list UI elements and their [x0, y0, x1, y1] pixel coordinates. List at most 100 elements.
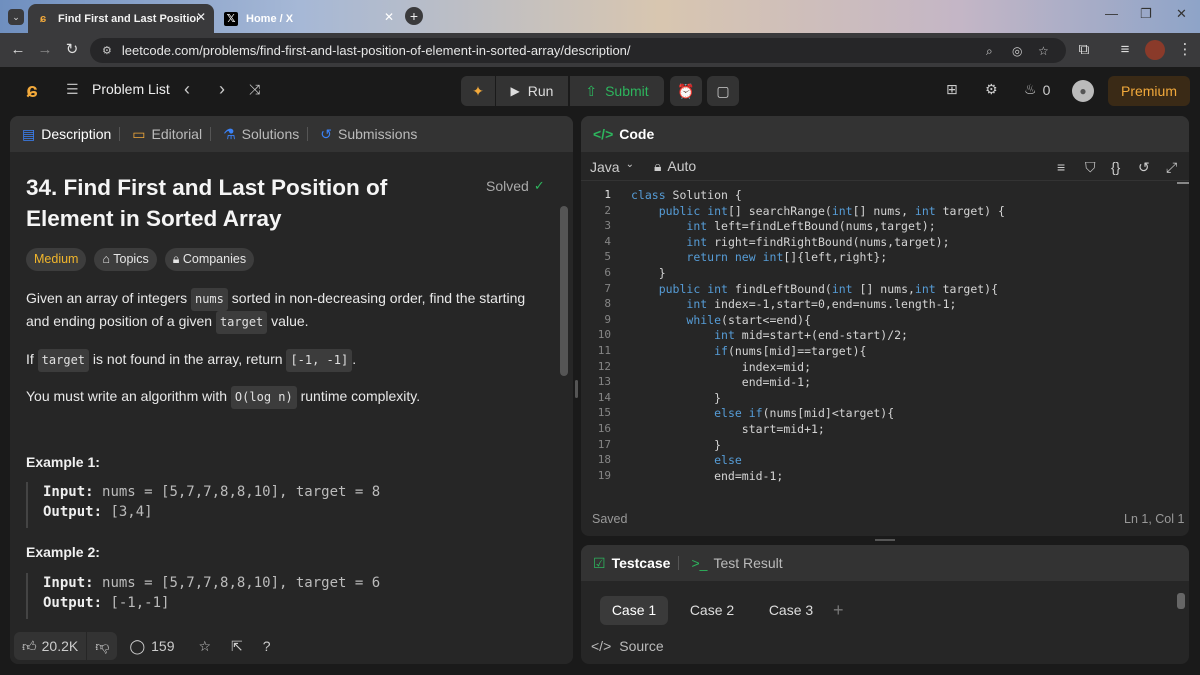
layout-icon[interactable]: ⊞ — [946, 81, 958, 98]
prev-problem-icon[interactable]: ‹ — [184, 79, 190, 100]
code-line[interactable]: end=mid-1; — [631, 469, 783, 485]
braces-icon[interactable]: {} — [1111, 159, 1120, 175]
bookmark-icon[interactable]: ⛉ — [1085, 159, 1096, 176]
code-line[interactable]: start=mid+1; — [631, 422, 825, 438]
code-line[interactable]: if(nums[mid]==target){ — [631, 344, 866, 360]
source-button[interactable]: </> Source — [591, 638, 664, 654]
topics-tag[interactable]: ⌂ Topics — [94, 248, 157, 271]
code-line[interactable]: int index=-1,start=0,end=nums.length-1; — [631, 297, 956, 313]
media-icon[interactable]: ≡ — [1115, 40, 1135, 60]
forward-icon[interactable]: → — [35, 40, 55, 60]
reset-icon[interactable]: ↺ — [1138, 159, 1150, 176]
restore-icon[interactable]: ❐ — [1140, 6, 1152, 22]
like-button[interactable]: 👍︎ 20.2K — [14, 632, 87, 660]
problem-title[interactable]: 34. Find First and Last Position of Elem… — [26, 172, 476, 234]
star-icon[interactable]: ☆ — [198, 638, 211, 655]
streak-counter[interactable]: ♨ 0 — [1024, 81, 1050, 98]
testcase-scrollbar[interactable] — [1177, 581, 1187, 629]
solved-badge: Solved ✓ — [486, 178, 545, 194]
code-line[interactable]: } — [631, 391, 721, 407]
code-editor[interactable]: 1 class Solution {2 public int[] searchRa… — [581, 188, 1179, 494]
notes-icon[interactable]: ▢ — [707, 76, 739, 106]
code-line[interactable]: } — [631, 266, 666, 282]
window-close-icon[interactable]: ✕ — [1176, 6, 1187, 22]
extensions-icon[interactable]: ⧉ — [1074, 40, 1094, 60]
tab-submissions[interactable]: ↺ Submissions — [320, 126, 417, 143]
minimize-icon[interactable]: — — [1105, 6, 1118, 21]
case-2-tab[interactable]: Case 2 — [678, 596, 746, 625]
bookmark-star-icon[interactable]: ☆ — [1038, 44, 1049, 58]
code-line[interactable]: public int findLeftBound(int [] nums,int… — [631, 282, 998, 298]
scrollbar-thumb[interactable] — [560, 206, 568, 376]
leetcode-logo-icon[interactable]: ɕ — [20, 79, 44, 103]
user-avatar[interactable]: ● — [1072, 80, 1094, 102]
code-line[interactable]: else — [631, 453, 742, 469]
code-line[interactable]: index=mid; — [631, 360, 811, 376]
code-line[interactable]: public int[] searchRange(int[] nums, int… — [631, 204, 1005, 220]
eye-off-icon[interactable]: ◎ — [1012, 44, 1022, 58]
code-chip: [-1, -1] — [286, 349, 353, 372]
next-problem-icon[interactable]: › — [219, 79, 225, 100]
debug-icon[interactable]: ✦ — [461, 76, 495, 106]
tab-solutions[interactable]: ⚗ Solutions — [223, 126, 299, 143]
case-1-tab[interactable]: Case 1 — [600, 596, 668, 625]
format-icon[interactable]: ≡ — [1057, 159, 1065, 175]
shuffle-icon[interactable]: ⤨ — [249, 81, 260, 98]
code-line[interactable]: int mid=start+(end-start)/2; — [631, 328, 908, 344]
code-line[interactable]: } — [631, 438, 721, 454]
reload-icon[interactable]: ↻ — [62, 40, 82, 60]
case-3-tab[interactable]: Case 3 — [757, 596, 825, 625]
code-line[interactable]: else if(nums[mid]<target){ — [631, 406, 894, 422]
tab-test-result[interactable]: >_ Test Result — [691, 555, 782, 571]
profile-avatar[interactable] — [1145, 40, 1165, 60]
dislike-button[interactable]: 👎︎ — [87, 632, 118, 660]
premium-button[interactable]: Premium — [1108, 76, 1190, 106]
x-favicon-icon: 𝕏 — [224, 11, 238, 26]
editor-scrollbar[interactable] — [1177, 182, 1189, 184]
horizontal-splitter-handle[interactable] — [875, 539, 895, 541]
description-paragraph: If target is not found in the array, ret… — [26, 349, 551, 372]
code-line[interactable]: int right=findRightBound(nums,target); — [631, 235, 949, 251]
close-tab-icon[interactable]: ✕ — [196, 10, 206, 24]
tab-description[interactable]: ▤ Description — [22, 126, 111, 143]
likes-count: 20.2K — [41, 638, 79, 654]
back-icon[interactable]: ← — [8, 40, 28, 60]
code-line[interactable]: int left=findLeftBound(nums,target); — [631, 219, 935, 235]
code-line[interactable]: while(start<=end){ — [631, 313, 811, 329]
code-line[interactable]: end=mid-1; — [631, 375, 811, 391]
share-icon[interactable]: ⇱ — [231, 638, 243, 655]
tab-x[interactable]: 𝕏 Home / X ✕ — [216, 4, 402, 33]
vertical-splitter-handle[interactable] — [575, 380, 578, 398]
help-icon[interactable]: ? — [263, 638, 271, 654]
code-line[interactable]: return new int[]{left,right}; — [631, 250, 887, 266]
tab-leetcode[interactable]: ɕ Find First and Last Position of E ✕ — [28, 4, 214, 33]
tab-testcase[interactable]: ☑ Testcase — [593, 555, 670, 572]
add-case-icon[interactable]: + — [833, 596, 853, 625]
language-select[interactable]: Java ⌄ — [590, 159, 634, 175]
line-number: 18 — [597, 453, 611, 467]
run-button[interactable]: ▶ Run — [496, 76, 568, 106]
code-line[interactable]: class Solution { — [631, 188, 742, 204]
scrollbar-thumb[interactable] — [1177, 593, 1185, 609]
problem-list-link[interactable]: Problem List — [92, 81, 170, 97]
submit-button[interactable]: ⇧ Submit — [570, 76, 664, 106]
auto-mode-toggle[interactable]: 🔒︎ Auto — [654, 158, 696, 175]
fullscreen-icon[interactable]: ⤢ — [1166, 159, 1177, 176]
zoom-icon[interactable]: ⌕ — [986, 44, 993, 59]
description-scrollbar[interactable] — [560, 156, 568, 636]
code-panel: </> Code Java ⌄ 🔒︎ Auto ≡ ⛉ {} ↺ ⤢ 1 class S… — [581, 116, 1189, 536]
address-bar[interactable]: ⚙ leetcode.com/problems/find-first-and-l… — [90, 38, 1066, 63]
flame-icon: ♨ — [1024, 81, 1037, 97]
close-tab-icon[interactable]: ✕ — [384, 10, 394, 24]
tab-search-icon[interactable]: ⌄ — [8, 9, 24, 25]
site-info-icon[interactable]: ⚙ — [102, 44, 112, 57]
menu-icon[interactable]: ⋮ — [1175, 40, 1195, 60]
companies-tag[interactable]: 🔒︎ Companies — [164, 248, 255, 271]
timer-icon[interactable]: ⏰ — [670, 76, 702, 106]
tab-editorial[interactable]: ▭ Editorial — [132, 126, 202, 143]
settings-gear-icon[interactable]: ⚙ — [985, 81, 998, 98]
new-tab-button[interactable]: + — [405, 7, 423, 25]
tab-code[interactable]: </> Code — [593, 126, 654, 142]
comments-button[interactable]: ◯ 159 — [129, 638, 174, 655]
run-label: Run — [527, 83, 554, 99]
